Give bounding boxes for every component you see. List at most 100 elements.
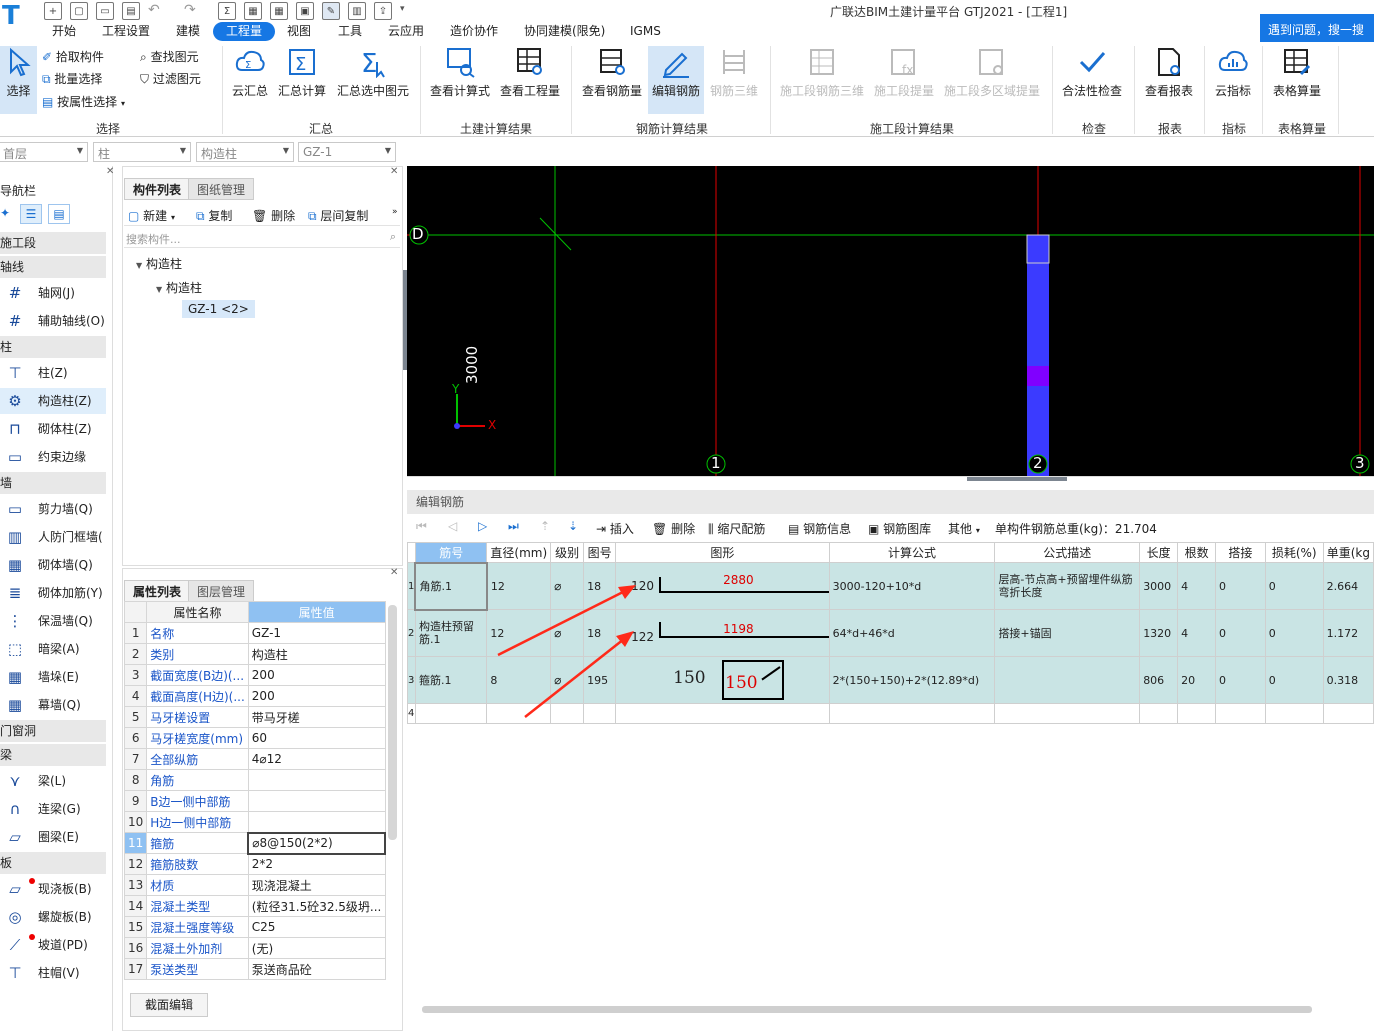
nav-item[interactable]: ▱ 现浇板(B) <box>0 876 106 902</box>
nav-section-1[interactable]: 轴线 <box>0 256 106 278</box>
prev-record-icon[interactable]: ◁ <box>448 519 457 533</box>
rebar-desc[interactable] <box>994 656 1141 704</box>
layout-icon[interactable]: ▣ <box>296 2 314 20</box>
edit-rebar-button[interactable]: 编辑钢筋 <box>648 46 704 114</box>
property-row[interactable]: 1 名称 GZ-1 <box>123 622 386 644</box>
nav-item[interactable]: ▦ 墙垛(E) <box>0 664 106 690</box>
property-value[interactable] <box>247 769 386 791</box>
export-icon[interactable]: ⇪ <box>374 2 392 20</box>
rebar-formula[interactable] <box>828 703 996 724</box>
property-value[interactable]: (无) <box>247 937 386 959</box>
menu-project-settings[interactable]: 工程设置 <box>102 22 150 41</box>
select-button[interactable]: 选择 <box>0 46 37 114</box>
table-icon[interactable]: ▥ <box>348 2 366 20</box>
property-row[interactable]: 3 截面宽度(B边)(... 200 <box>123 664 386 686</box>
stage-multi-button[interactable]: 施工段多区域提量 <box>942 46 1042 99</box>
rebar-formula[interactable]: 64*d+46*d <box>828 609 996 657</box>
select-by-attr-button[interactable]: ▤ 按属性选择 ▾ <box>42 93 125 110</box>
rebar-len[interactable]: 3000 <box>1139 562 1179 610</box>
nav-section-2[interactable]: 柱 <box>0 336 106 358</box>
viewport-splitter[interactable] <box>407 476 1374 490</box>
menu-cost-collab[interactable]: 造价协作 <box>450 22 498 41</box>
rebar-w[interactable]: 0.318 <box>1322 656 1374 704</box>
property-value[interactable]: 2*2 <box>247 853 386 875</box>
nav-item[interactable]: ▭约束边缘非... <box>0 444 106 490</box>
nav-section-3[interactable]: 墙 <box>0 472 106 494</box>
splitter-grip[interactable] <box>967 477 1067 481</box>
rebar-name[interactable] <box>414 703 488 724</box>
delete-component-button[interactable]: 🗑 删除 <box>252 207 295 224</box>
nav-item[interactable]: ▦ 砌体墙(Q) <box>0 552 106 578</box>
menu-modeling[interactable]: 建模 <box>176 22 200 41</box>
rebar-loss[interactable] <box>1264 703 1324 724</box>
nav-item[interactable]: ▭ 剪力墙(Q) <box>0 496 106 522</box>
nav-item[interactable]: # 轴网(J) <box>0 280 106 306</box>
rebar-w[interactable]: 2.664 <box>1322 562 1374 610</box>
nav-section-4[interactable]: 门窗洞 <box>0 720 106 742</box>
tab-layer-manage[interactable]: 图层管理 <box>188 580 255 602</box>
property-value[interactable] <box>247 811 386 833</box>
property-row[interactable]: 11 箍筋 ⌀8@150(2*2) <box>123 831 386 855</box>
view-quantity-button[interactable]: 查看工程量 <box>498 46 562 99</box>
rebar-lap[interactable] <box>1215 703 1266 724</box>
menu-quantity[interactable]: 工程量 <box>213 22 276 41</box>
nav-item[interactable]: ⟋ 坡道(PD) <box>0 932 106 958</box>
more-icon[interactable]: » <box>392 207 398 217</box>
close-icon[interactable]: ✕ <box>390 567 398 578</box>
nav-item[interactable]: ∩ 连梁(G) <box>0 796 106 822</box>
property-value[interactable]: 200 <box>247 664 386 686</box>
property-row[interactable]: 6 马牙槎宽度(mm) 60 <box>123 727 386 749</box>
detail-view-icon[interactable]: ▤ <box>48 204 70 224</box>
property-value[interactable]: C25 <box>247 916 386 938</box>
nav-section-0[interactable]: 施工段 <box>0 232 106 254</box>
category-select[interactable]: 柱 ▼ <box>93 142 191 162</box>
drawing-canvas[interactable]: D 1 2 3 3000 Y X <box>407 166 1374 476</box>
rebar-n[interactable]: 1 <box>407 562 416 610</box>
rebar-formula[interactable]: 2*(150+150)+2*(12.89*d) <box>828 656 996 704</box>
type-select[interactable]: 构造柱 ▼ <box>196 142 294 162</box>
floor-select[interactable]: 首层 ▼ <box>0 142 88 162</box>
stage-extract-button[interactable]: fx 施工段提量 <box>872 46 936 99</box>
nav-item[interactable]: ▦ 幕墙(Q) <box>0 692 106 718</box>
edit-icon[interactable]: ✎ <box>322 2 340 20</box>
move-down-icon[interactable]: ⇣ <box>568 519 578 533</box>
rebar-count[interactable] <box>1177 703 1217 724</box>
pin-icon[interactable]: ✦ <box>0 206 10 220</box>
grid-icon[interactable]: ▦ <box>270 2 288 20</box>
new-doc-icon[interactable]: ▢ <box>70 2 88 20</box>
rebar-w[interactable] <box>1322 703 1374 724</box>
menu-tools[interactable]: 工具 <box>338 22 362 41</box>
close-icon[interactable]: ✕ <box>390 166 398 177</box>
find-element-button[interactable]: ⌕ 查找图元 <box>140 48 199 65</box>
view-icon[interactable]: ▦ <box>244 2 262 20</box>
property-row[interactable]: 5 马牙槎设置 带马牙槎 <box>123 706 386 728</box>
property-row[interactable]: 10 H边一侧中部筋 <box>123 811 386 833</box>
nav-item[interactable]: ⋎ 梁(L) <box>0 768 106 794</box>
open-icon[interactable]: ▭ <box>96 2 114 20</box>
nav-item[interactable]: # 辅助轴线(O) <box>0 308 106 334</box>
property-value[interactable]: 60 <box>247 727 386 749</box>
menu-igms[interactable]: IGMS <box>630 22 661 41</box>
property-value[interactable] <box>247 790 386 812</box>
rebar-count[interactable]: 20 <box>1177 656 1217 704</box>
property-value[interactable]: 现浇混凝土 <box>247 874 386 896</box>
scrollbar[interactable] <box>388 605 397 840</box>
nav-item[interactable]: ⊓ 砌体柱(Z) <box>0 416 106 442</box>
rebar-len[interactable]: 806 <box>1139 656 1179 704</box>
rebar-desc[interactable]: 层高-节点高+预留埋件纵筋弯折长度 <box>994 562 1141 610</box>
summary-calc-button[interactable]: Σ 汇总计算 <box>277 46 327 99</box>
copy-component-button[interactable]: ⧉ 复制 <box>196 207 232 224</box>
property-row[interactable]: 15 混凝土强度等级 C25 <box>123 916 386 938</box>
move-up-icon[interactable]: ⇡ <box>540 519 550 533</box>
menu-collab-modeling[interactable]: 协同建模(限免) <box>524 22 605 41</box>
list-view-icon[interactable]: ☰ <box>20 204 42 224</box>
property-row[interactable]: 4 截面高度(H边)(... 200 <box>123 685 386 707</box>
rebar-count[interactable]: 4 <box>1177 609 1217 657</box>
rebar-n[interactable]: 3 <box>407 656 416 704</box>
stage-rebar-3d-button[interactable]: 施工段钢筋三维 <box>778 46 866 99</box>
rebar-formula[interactable]: 3000-120+10*d <box>828 562 996 610</box>
quick-access-more-icon[interactable]: ▾ <box>400 4 405 14</box>
sum-icon[interactable]: Σ <box>218 2 236 20</box>
nav-item[interactable]: ≣ 砌体加筋(Y) <box>0 580 106 606</box>
first-record-icon[interactable]: ⏮ <box>416 519 427 534</box>
